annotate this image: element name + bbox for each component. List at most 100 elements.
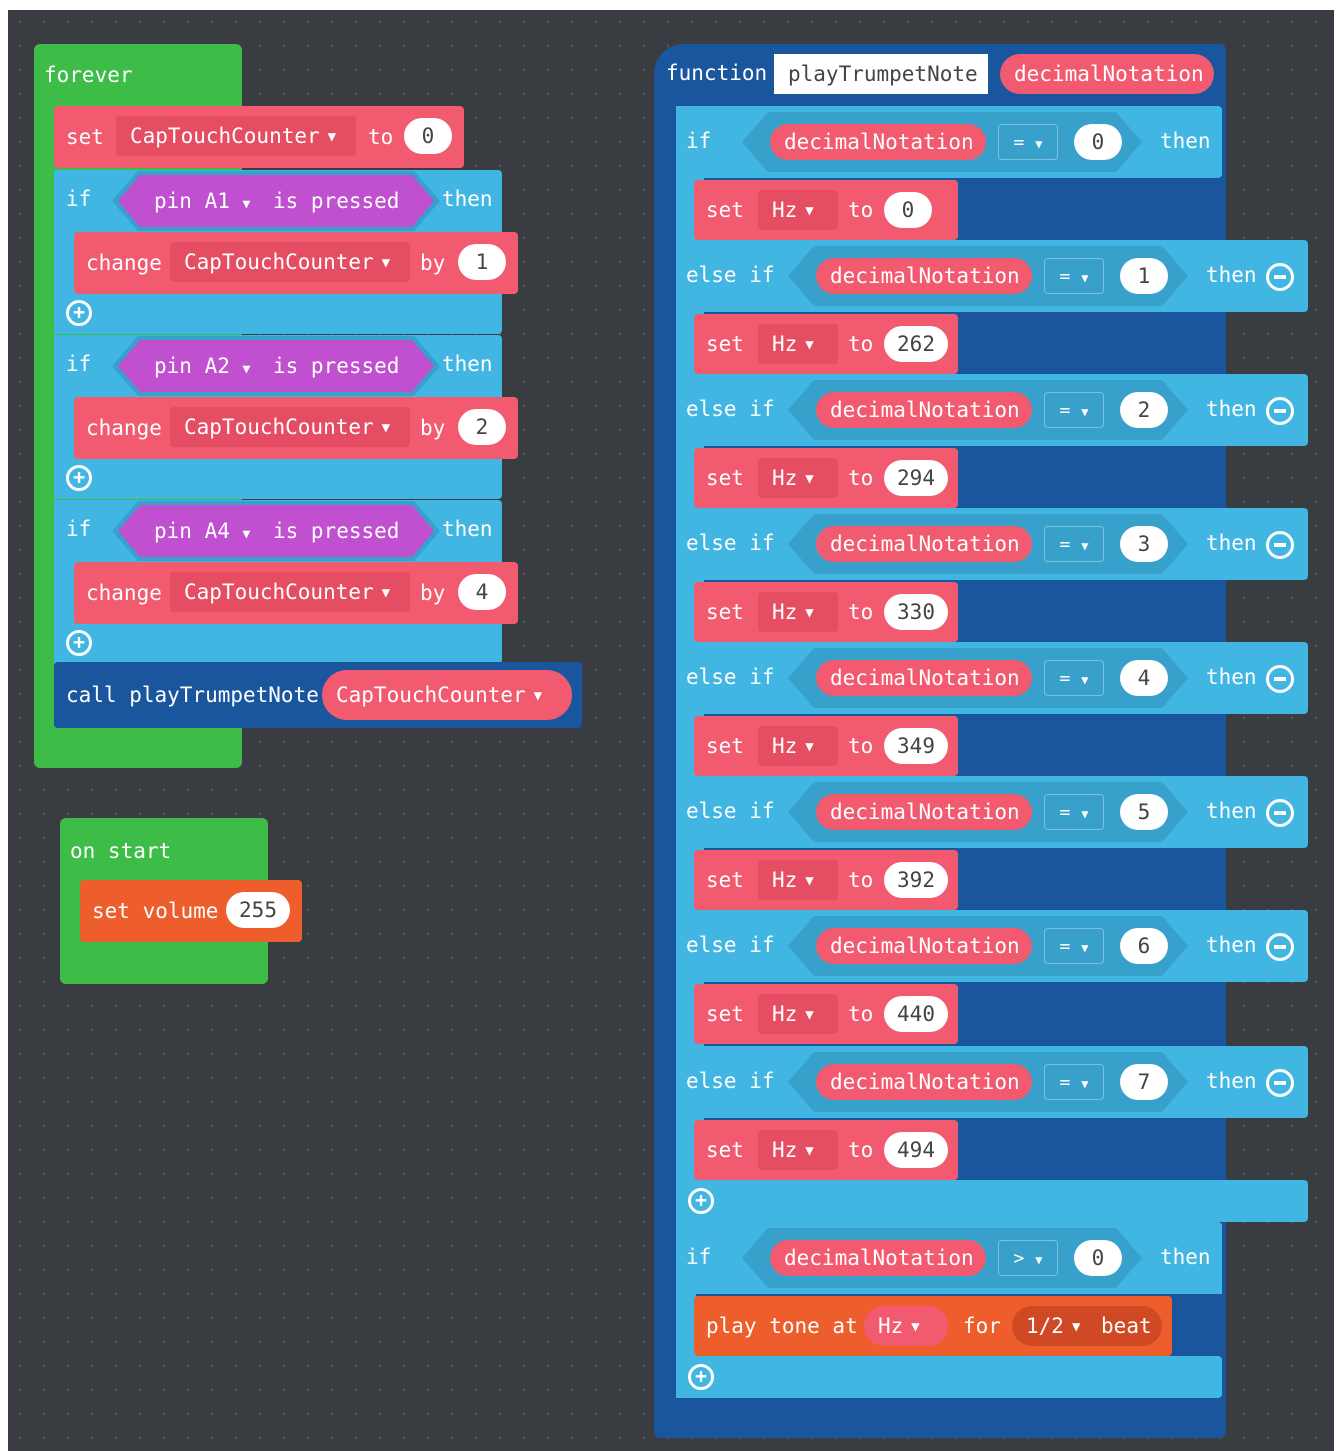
hz-variable-dropdown[interactable]: Hz ▼ — [758, 726, 838, 766]
if-else-footer[interactable] — [676, 1180, 1308, 1222]
blocks-workspace[interactable]: forever set CapTouchCounter ▼ to 0 if pin… — [8, 10, 1334, 1451]
frequency-input[interactable]: 440 — [884, 996, 948, 1032]
if-play-body — [676, 1292, 696, 1364]
add-branch-icon[interactable]: + — [688, 1364, 714, 1390]
chevron-down-icon: ▼ — [242, 197, 251, 212]
variable-dropdown[interactable]: CapTouchCounter ▼ — [116, 116, 356, 156]
add-branch-icon[interactable]: + — [688, 1188, 714, 1214]
hz-variable-dropdown[interactable]: Hz ▼ — [758, 190, 838, 230]
variable-dropdown[interactable]: CapTouchCounter ▼ — [170, 242, 410, 282]
frequency-input[interactable]: 0 — [884, 192, 932, 228]
operator-dropdown[interactable]: > ▼ — [998, 1240, 1058, 1276]
hz-variable-dropdown[interactable]: Hz ▼ — [758, 592, 838, 632]
operator-dropdown[interactable]: = ▼ — [998, 124, 1058, 160]
condition-value[interactable]: 7 — [1120, 1064, 1168, 1100]
condition-value[interactable]: 1 — [1120, 258, 1168, 294]
operator-dropdown[interactable]: = ▼ — [1044, 392, 1104, 428]
hz-variable-dropdown[interactable]: Hz ▼ — [758, 324, 838, 364]
pin-pressed-condition[interactable]: pin A1 ▼ is pressed — [118, 175, 434, 227]
if-footer[interactable] — [54, 624, 502, 664]
chevron-down-icon: ▼ — [1081, 673, 1089, 687]
frequency-input[interactable]: 330 — [884, 594, 948, 630]
condition-value[interactable]: 0 — [1074, 124, 1122, 160]
else-if-keyword: else if — [686, 1069, 775, 1093]
call-argument-dropdown[interactable]: CapTouchCounter ▼ — [322, 670, 572, 720]
remove-branch-icon[interactable] — [1266, 933, 1294, 961]
operator-dropdown[interactable]: = ▼ — [1044, 526, 1104, 562]
add-branch-icon[interactable]: + — [66, 630, 92, 656]
frequency-input[interactable]: 294 — [884, 460, 948, 496]
hz-variable-dropdown[interactable]: Hz ▼ — [758, 458, 838, 498]
if-footer[interactable] — [54, 294, 502, 334]
chevron-down-icon: ▼ — [381, 585, 391, 601]
else-if-keyword: else if — [686, 531, 775, 555]
condition-variable[interactable]: decimalNotation — [770, 124, 986, 160]
to-keyword: to — [848, 600, 874, 624]
variable-dropdown[interactable]: CapTouchCounter ▼ — [170, 407, 410, 447]
frequency-input[interactable]: 392 — [884, 862, 948, 898]
condition-variable[interactable]: decimalNotation — [816, 1064, 1032, 1100]
play-tone-label: play tone at — [706, 1314, 858, 1338]
change-keyword: change — [86, 416, 162, 440]
amount-input[interactable]: 2 — [458, 409, 506, 445]
condition-variable[interactable]: decimalNotation — [816, 392, 1032, 428]
operator-dropdown[interactable]: = ▼ — [1044, 928, 1104, 964]
remove-branch-icon[interactable] — [1266, 531, 1294, 559]
set-keyword: set — [706, 1138, 744, 1162]
remove-branch-icon[interactable] — [1266, 665, 1294, 693]
pin-pressed-condition[interactable]: pin A2 ▼ is pressed — [118, 340, 434, 392]
to-keyword: to — [848, 198, 874, 222]
amount-input[interactable]: 1 — [458, 244, 506, 280]
call-label: call playTrumpetNote — [66, 683, 319, 707]
condition-value[interactable]: 4 — [1120, 660, 1168, 696]
function-parameter[interactable]: decimalNotation — [1000, 54, 1214, 94]
condition-variable[interactable]: decimalNotation — [816, 928, 1032, 964]
chevron-down-icon: ▼ — [805, 1007, 814, 1023]
remove-branch-icon[interactable] — [1266, 1069, 1294, 1097]
frequency-input[interactable]: 494 — [884, 1132, 948, 1168]
condition-value[interactable]: 2 — [1120, 392, 1168, 428]
condition-value[interactable]: 3 — [1120, 526, 1168, 562]
operator-dropdown[interactable]: = ▼ — [1044, 660, 1104, 696]
condition-variable[interactable]: decimalNotation — [770, 1240, 986, 1276]
condition-value[interactable]: 5 — [1120, 794, 1168, 830]
to-keyword: to — [848, 466, 874, 490]
condition-value[interactable]: 6 — [1120, 928, 1168, 964]
condition-variable[interactable]: decimalNotation — [816, 526, 1032, 562]
value-input[interactable]: 0 — [404, 118, 452, 154]
condition-variable[interactable]: decimalNotation — [816, 258, 1032, 294]
then-keyword: then — [1160, 129, 1211, 153]
if-body-rail — [54, 560, 76, 626]
hz-variable-dropdown[interactable]: Hz ▼ — [758, 1130, 838, 1170]
condition-value[interactable]: 0 — [1074, 1240, 1122, 1276]
remove-branch-icon[interactable] — [1266, 799, 1294, 827]
condition-variable[interactable]: decimalNotation — [816, 794, 1032, 830]
condition-variable[interactable]: decimalNotation — [816, 660, 1032, 696]
function-name-input[interactable]: playTrumpetNote — [774, 54, 988, 94]
pin-pressed-condition[interactable]: pin A4 ▼ is pressed — [118, 505, 434, 557]
to-keyword: to — [848, 332, 874, 356]
set-keyword: set — [706, 198, 744, 222]
if-play-footer[interactable] — [676, 1356, 1222, 1398]
chevron-down-icon: ▼ — [327, 129, 337, 145]
hz-dropdown[interactable]: Hz ▼ — [864, 1306, 948, 1346]
add-branch-icon[interactable]: + — [66, 465, 92, 491]
else-if-keyword: else if — [686, 799, 775, 823]
hz-variable-dropdown[interactable]: Hz ▼ — [758, 994, 838, 1034]
variable-dropdown[interactable]: CapTouchCounter ▼ — [170, 572, 410, 612]
volume-input[interactable]: 255 — [226, 892, 290, 928]
beat-dropdown[interactable]: 1/2 ▼ beat — [1012, 1306, 1162, 1346]
amount-input[interactable]: 4 — [458, 574, 506, 610]
frequency-input[interactable]: 349 — [884, 728, 948, 764]
frequency-input[interactable]: 262 — [884, 326, 948, 362]
remove-branch-icon[interactable] — [1266, 397, 1294, 425]
operator-dropdown[interactable]: = ▼ — [1044, 258, 1104, 294]
if-footer[interactable] — [54, 459, 502, 499]
remove-branch-icon[interactable] — [1266, 263, 1294, 291]
operator-dropdown[interactable]: = ▼ — [1044, 794, 1104, 830]
operator-dropdown[interactable]: = ▼ — [1044, 1064, 1104, 1100]
else-if-keyword: else if — [686, 933, 775, 957]
hz-variable-dropdown[interactable]: Hz ▼ — [758, 860, 838, 900]
add-branch-icon[interactable]: + — [66, 300, 92, 326]
chevron-down-icon: ▼ — [1035, 1253, 1043, 1267]
